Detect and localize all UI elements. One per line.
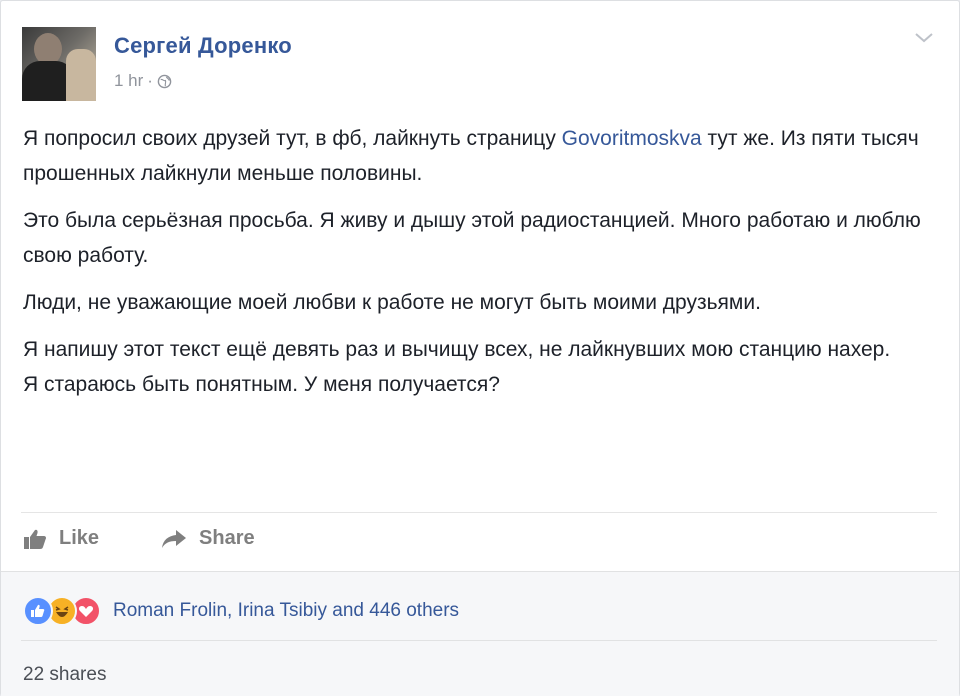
shares-count[interactable]: 22 shares [23,664,106,686]
post-actions: Like Share [23,527,255,550]
post-meta: 1 hr · [114,71,172,91]
post-paragraph: Люди, не уважающие моей любви к работе н… [23,291,761,314]
author-avatar[interactable] [22,27,96,101]
post-text: Я попросил своих друзей тут, в фб, лайкн… [23,121,938,414]
page-link[interactable]: Govoritmoskva [562,127,702,150]
post-paragraph: Я попросил своих друзей тут, в фб, лайкн… [23,127,919,185]
like-reaction-icon [23,596,53,626]
post-card: Сергей Доренко 1 hr · Я попросил своих д… [0,0,960,696]
like-button[interactable]: Like [23,527,99,550]
thumbs-up-icon [24,529,46,549]
avatar-dog [66,49,96,101]
chevron-down-icon[interactable] [913,31,935,45]
share-arrow-icon [162,529,187,548]
reaction-summary[interactable]: Roman Frolin, Irina Tsibiy and 446 other… [23,596,459,626]
post-footer: Roman Frolin, Irina Tsibiy and 446 other… [1,571,959,696]
post-paragraph: Это была серьёзная просьба. Я живу и дыш… [23,209,921,267]
likers-text[interactable]: Roman Frolin, Irina Tsibiy and 446 other… [113,600,459,622]
meta-separator: · [147,71,153,90]
like-label: Like [59,527,100,549]
actions-divider [21,512,937,513]
globe-icon[interactable] [157,74,172,89]
post-paragraph: Я напишу этот текст ещё девять раз и выч… [23,338,891,396]
author-name[interactable]: Сергей Доренко [114,33,292,59]
share-button[interactable]: Share [161,527,255,550]
post-time[interactable]: 1 hr [114,71,143,91]
share-label: Share [199,527,255,549]
footer-divider [21,640,937,641]
